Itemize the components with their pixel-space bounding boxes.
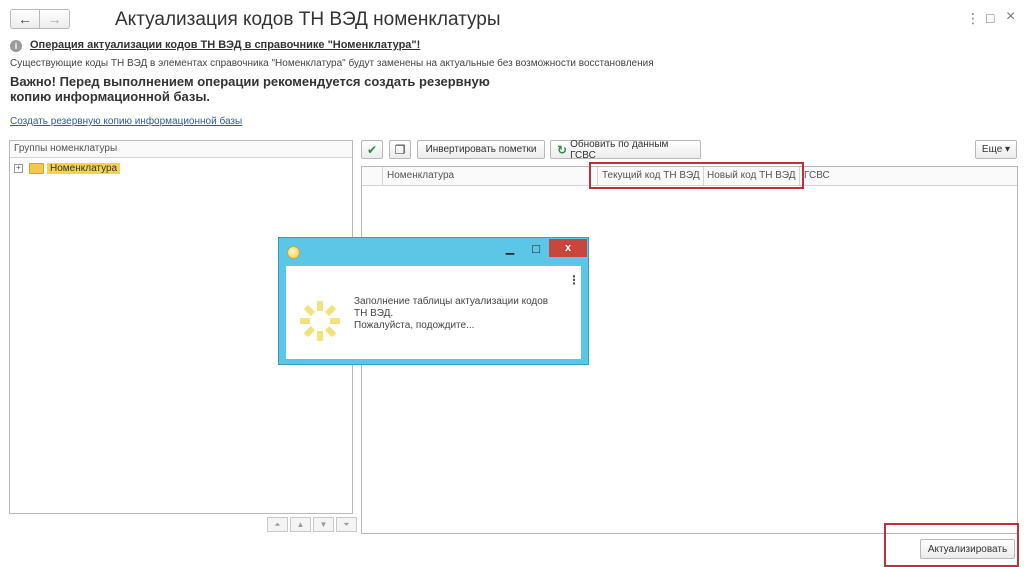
expand-icon[interactable]: +: [14, 163, 23, 173]
more-menu-icon[interactable]: ⋮: [966, 10, 980, 27]
tree-item-nomenclature[interactable]: + Номенклатура: [14, 161, 121, 175]
tree-item-label: Номенклатура: [47, 162, 121, 174]
refresh-icon: ↻: [557, 142, 568, 157]
column-gsvs[interactable]: ГСВС: [804, 170, 830, 181]
dialog-message: Заполнение таблицы актуализации кодов ТН…: [354, 296, 564, 332]
dialog-more-icon[interactable]: ⋮: [568, 273, 580, 287]
forward-button[interactable]: →: [40, 9, 70, 29]
check-all-icon: ✔: [366, 142, 378, 157]
invert-marks-button[interactable]: Инвертировать пометки: [417, 140, 545, 159]
scroll-top-button[interactable]: ⏶: [267, 517, 288, 532]
backup-warning: Важно! Перед выполнением операции рекоме…: [10, 74, 490, 104]
more-button[interactable]: Еще ▾: [975, 140, 1017, 159]
arrow-left-icon: ←: [18, 11, 32, 27]
create-backup-link[interactable]: Создать резервную копию информационной б…: [10, 116, 242, 127]
scroll-down-button[interactable]: ▼: [313, 517, 334, 532]
back-button[interactable]: ←: [10, 9, 40, 29]
uncheck-all-button[interactable]: ❐: [389, 140, 411, 159]
info-icon: i: [10, 40, 22, 52]
copy-icon: ❐: [394, 142, 406, 157]
update-button[interactable]: Актуализировать: [920, 539, 1015, 559]
warning-heading: Операция актуализации кодов ТН ВЭД в спр…: [30, 39, 421, 51]
folder-icon: [29, 162, 44, 174]
close-icon[interactable]: ×: [1006, 8, 1015, 26]
scroll-up-button[interactable]: ▲: [290, 517, 311, 532]
loading-spinner-icon: [300, 301, 340, 341]
arrow-right-icon: →: [47, 11, 62, 27]
highlight-code-columns: [589, 162, 804, 189]
dialog-minimize-button[interactable]: ▁: [497, 239, 523, 257]
scroll-bottom-button[interactable]: ⏷: [336, 517, 357, 532]
dialog-close-button[interactable]: x: [549, 239, 587, 257]
maximize-icon[interactable]: □: [986, 10, 994, 26]
dialog-message-line1: Заполнение таблицы актуализации кодов ТН…: [354, 296, 549, 319]
refresh-gsvs-button[interactable]: ↻ Обновить по данным ГСВС: [550, 138, 701, 161]
page-title: Актуализация кодов ТН ВЭД номенклатуры: [115, 9, 501, 30]
app-icon: [287, 246, 300, 259]
groups-panel-header: Группы номенклатуры: [10, 141, 352, 158]
column-nomenclature[interactable]: Номенклатура: [387, 170, 454, 181]
progress-dialog: ▁ □ x ⋮ Заполнение таблицы актуализации …: [278, 237, 589, 365]
list-scroll-controls: ⏶ ▲ ▼ ⏷: [267, 517, 359, 532]
refresh-gsvs-label: Обновить по данным ГСВС: [570, 138, 669, 161]
dialog-message-line2: Пожалуйста, подождите...: [354, 320, 475, 331]
operation-description: Существующие коды ТН ВЭД в элементах спр…: [10, 58, 654, 69]
column-separator: [382, 167, 383, 185]
dialog-maximize-button[interactable]: □: [523, 239, 549, 257]
check-all-button[interactable]: ✔: [361, 140, 383, 159]
